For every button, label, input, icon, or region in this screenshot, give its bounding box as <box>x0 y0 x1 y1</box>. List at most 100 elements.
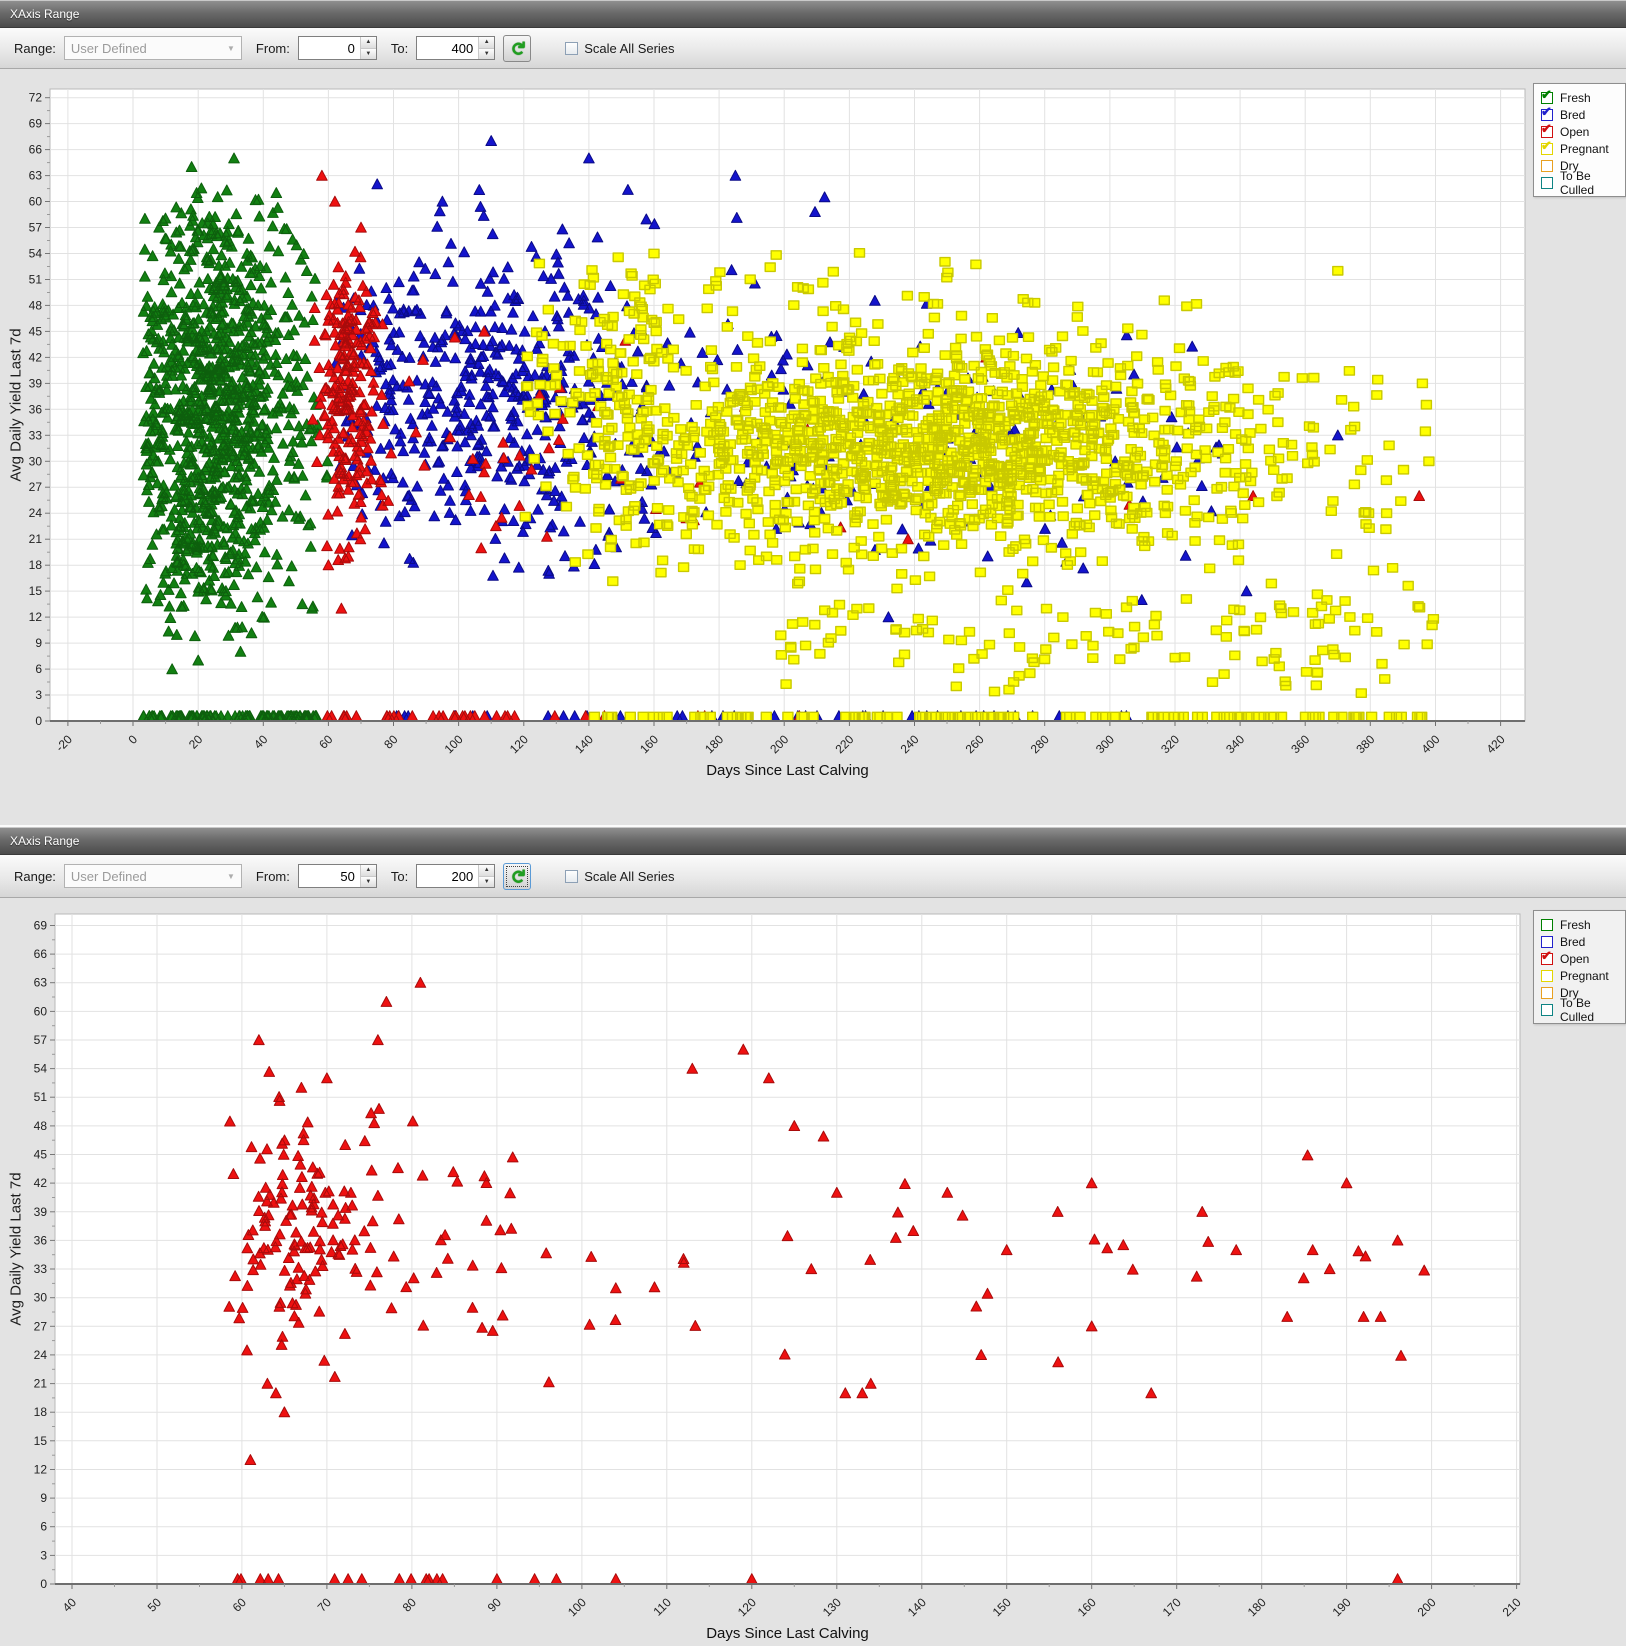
range-label: Range: <box>14 41 56 56</box>
from-input[interactable] <box>299 865 360 887</box>
svg-text:280: 280 <box>1028 732 1052 756</box>
spin-up-icon[interactable]: ▲ <box>361 865 376 876</box>
legend-item-pregnant[interactable]: ✔ Pregnant <box>1541 140 1616 157</box>
svg-text:340: 340 <box>1223 732 1247 756</box>
svg-text:120: 120 <box>735 1595 759 1619</box>
legend-checkbox-dry[interactable] <box>1541 160 1553 172</box>
svg-text:69: 69 <box>34 919 48 933</box>
legend-item-bred[interactable]: Bred <box>1541 933 1616 950</box>
legend-item-to-be-culled[interactable]: To Be Culled <box>1541 1001 1616 1018</box>
svg-text:63: 63 <box>29 169 43 183</box>
svg-text:380: 380 <box>1353 732 1377 756</box>
svg-text:9: 9 <box>35 636 42 650</box>
legend-label: Open <box>1560 952 1589 966</box>
scale-all-series-checkbox[interactable] <box>565 870 578 883</box>
range-dropdown-value: User Defined <box>65 41 147 56</box>
to-input[interactable] <box>417 865 478 887</box>
legend-item-open[interactable]: ✔Open <box>1541 123 1616 140</box>
legend-checkbox-pregnant[interactable] <box>1541 970 1553 982</box>
xaxis-range-panel-bottom: XAxis Range Range: User Defined ▼ From: … <box>0 825 1626 1646</box>
svg-text:40: 40 <box>251 732 271 752</box>
legend-label: Pregnant <box>1560 142 1609 156</box>
svg-text:210: 210 <box>1500 1595 1524 1619</box>
refresh-button[interactable]: ↻ <box>503 35 531 62</box>
svg-text:12: 12 <box>34 1463 48 1477</box>
legend-checkbox-open[interactable]: ✔ <box>1541 126 1553 138</box>
range-dropdown[interactable]: User Defined ▼ <box>64 864 242 888</box>
legend-label: To Be Culled <box>1560 169 1616 197</box>
legend-checkbox-dry[interactable] <box>1541 987 1553 999</box>
legend-checkbox-to-be-culled[interactable] <box>1541 177 1553 189</box>
spin-up-icon[interactable]: ▲ <box>479 865 494 876</box>
xaxis-range-panel-top: XAxis Range Range: User Defined ▼ From: … <box>0 0 1626 825</box>
spin-up-icon[interactable]: ▲ <box>361 37 376 48</box>
legend-checkbox-fresh[interactable]: ✔ <box>1541 92 1553 104</box>
svg-text:48: 48 <box>29 298 43 312</box>
svg-text:200: 200 <box>767 732 791 756</box>
svg-text:80: 80 <box>381 732 401 752</box>
legend-checkbox-fresh[interactable] <box>1541 919 1553 931</box>
svg-text:57: 57 <box>29 221 43 235</box>
svg-text:24: 24 <box>34 1348 48 1362</box>
legend-checkbox-pregnant[interactable]: ✔ <box>1541 143 1553 155</box>
legend-checkbox-bred[interactable] <box>1541 936 1553 948</box>
svg-text:3: 3 <box>40 1548 47 1562</box>
svg-text:33: 33 <box>34 1262 48 1276</box>
chevron-down-icon: ▼ <box>227 44 241 53</box>
svg-text:30: 30 <box>34 1291 48 1305</box>
scale-all-series-checkbox[interactable] <box>565 42 578 55</box>
chart-area: 0369121518212427303336394245485154576063… <box>0 69 1626 825</box>
svg-text:180: 180 <box>702 732 726 756</box>
range-label: Range: <box>14 869 56 884</box>
svg-text:27: 27 <box>29 480 43 494</box>
svg-text:20: 20 <box>186 732 206 752</box>
svg-text:63: 63 <box>34 976 48 990</box>
svg-text:33: 33 <box>29 428 43 442</box>
svg-text:39: 39 <box>29 376 43 390</box>
scale-all-series[interactable]: Scale All Series <box>565 869 674 884</box>
x-axis-title: Days Since Last Calving <box>706 762 869 779</box>
svg-text:160: 160 <box>637 732 661 756</box>
x-axis-title: Days Since Last Calving <box>706 1625 869 1642</box>
scale-all-series[interactable]: Scale All Series <box>565 41 674 56</box>
legend-label: Bred <box>1560 108 1585 122</box>
svg-text:54: 54 <box>29 247 43 261</box>
svg-text:42: 42 <box>29 350 43 364</box>
svg-text:27: 27 <box>34 1319 48 1333</box>
svg-text:3: 3 <box>35 688 42 702</box>
svg-text:100: 100 <box>442 732 466 756</box>
spin-up-icon[interactable]: ▲ <box>479 37 494 48</box>
legend-item-to-be-culled[interactable]: To Be Culled <box>1541 174 1616 191</box>
svg-text:36: 36 <box>29 402 43 416</box>
spin-down-icon[interactable]: ▼ <box>479 48 494 60</box>
svg-text:200: 200 <box>1415 1595 1439 1619</box>
panel-title: XAxis Range <box>0 834 79 848</box>
svg-text:6: 6 <box>35 662 42 676</box>
scatter-chart: 0369121518212427303336394245485154576063… <box>0 69 1626 825</box>
range-dropdown[interactable]: User Defined ▼ <box>64 36 242 60</box>
refresh-button[interactable]: ↻ <box>503 863 531 890</box>
legend-checkbox-open[interactable]: ✔ <box>1541 953 1553 965</box>
legend-item-bred[interactable]: ✔ Bred <box>1541 106 1616 123</box>
spin-down-icon[interactable]: ▼ <box>361 48 376 60</box>
panel-title: XAxis Range <box>0 7 79 21</box>
svg-text:50: 50 <box>145 1595 165 1615</box>
svg-text:360: 360 <box>1288 732 1312 756</box>
legend-item-open[interactable]: ✔ Open <box>1541 950 1616 967</box>
svg-text:240: 240 <box>898 732 922 756</box>
legend-item-fresh[interactable]: Fresh <box>1541 916 1616 933</box>
legend-item-fresh[interactable]: ✔Fresh <box>1541 89 1616 106</box>
spin-down-icon[interactable]: ▼ <box>479 876 494 888</box>
from-input[interactable] <box>299 37 360 59</box>
svg-text:15: 15 <box>29 584 43 598</box>
spin-down-icon[interactable]: ▼ <box>361 876 376 888</box>
svg-text:57: 57 <box>34 1033 48 1047</box>
panel-title-bar: XAxis Range <box>0 0 1626 28</box>
svg-text:45: 45 <box>34 1148 48 1162</box>
from-spinner: ▲ ▼ <box>298 36 377 60</box>
svg-text:150: 150 <box>990 1595 1014 1619</box>
legend-checkbox-bred[interactable]: ✔ <box>1541 109 1553 121</box>
to-input[interactable] <box>417 37 478 59</box>
legend-checkbox-to-be-culled[interactable] <box>1541 1004 1553 1016</box>
legend-item-pregnant[interactable]: Pregnant <box>1541 967 1616 984</box>
